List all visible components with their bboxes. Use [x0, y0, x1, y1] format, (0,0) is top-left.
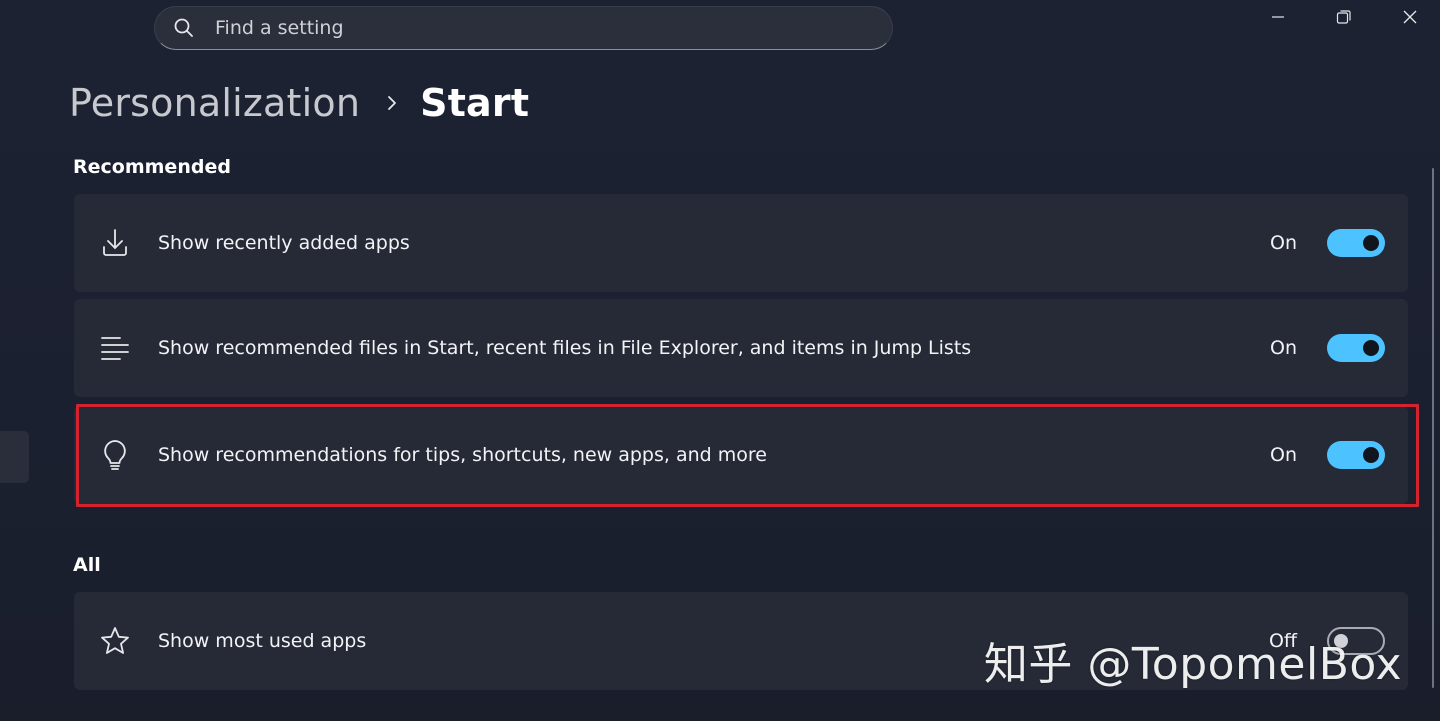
- minimize-icon: [1272, 16, 1284, 18]
- setting-label: Show recently added apps: [158, 232, 410, 254]
- toggle-knob: [1363, 235, 1379, 251]
- search-icon: [173, 17, 195, 39]
- highlight-annotation: [76, 404, 1419, 507]
- restore-button[interactable]: [1311, 0, 1377, 34]
- toggle-state-text: On: [1270, 232, 1297, 254]
- setting-label: Show recommended files in Start, recent …: [158, 337, 972, 359]
- setting-label: Show most used apps: [158, 630, 367, 652]
- star-icon: [100, 626, 130, 656]
- section-title-recommended: Recommended: [73, 156, 231, 178]
- toggle-recommended-files[interactable]: [1327, 334, 1385, 362]
- search-box[interactable]: [154, 6, 893, 50]
- nav-selection-indicator[interactable]: [0, 431, 29, 483]
- close-icon: [1403, 10, 1417, 24]
- toggle-recently-added[interactable]: [1327, 229, 1385, 257]
- toggle-knob: [1363, 340, 1379, 356]
- section-title-all: All: [73, 554, 101, 576]
- minimize-button[interactable]: [1245, 0, 1311, 34]
- search-input[interactable]: [213, 16, 817, 40]
- restore-icon: [1336, 10, 1351, 24]
- scrollbar[interactable]: [1432, 168, 1434, 688]
- setting-row-recommended-files[interactable]: Show recommended files in Start, recent …: [74, 299, 1408, 397]
- download-icon: [100, 228, 130, 258]
- page-title: Start: [420, 81, 530, 125]
- toggle-state-text: On: [1270, 337, 1297, 359]
- setting-row-recently-added[interactable]: Show recently added apps On: [74, 194, 1408, 292]
- breadcrumb: Personalization Start: [69, 78, 529, 128]
- list-lines-icon: [100, 333, 130, 363]
- watermark-text: 知乎 @TopomelBox: [983, 639, 1402, 690]
- chevron-right-icon: [386, 95, 398, 111]
- close-button[interactable]: [1377, 0, 1440, 34]
- breadcrumb-parent-link[interactable]: Personalization: [69, 81, 360, 125]
